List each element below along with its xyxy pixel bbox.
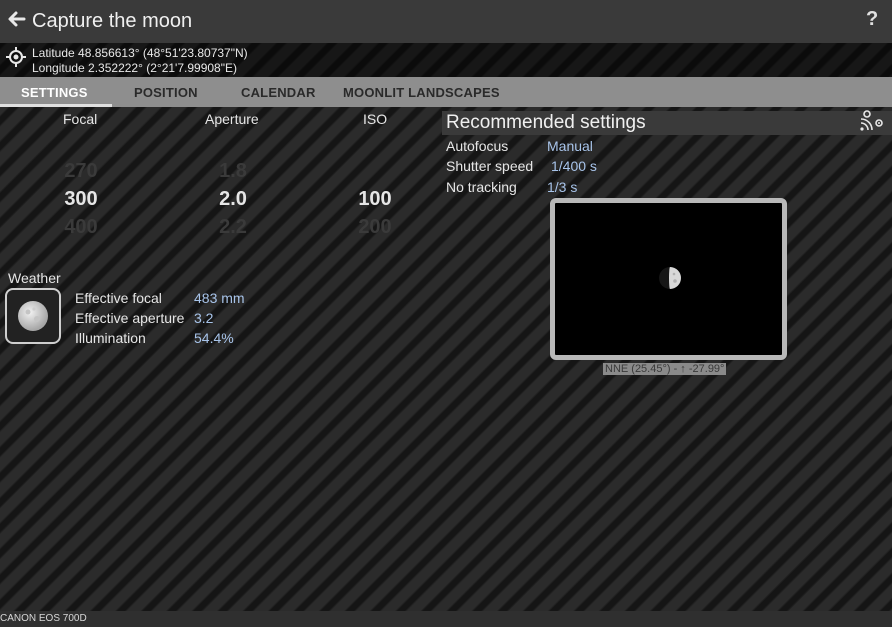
shutter-speed-label: Shutter speed [446, 158, 534, 174]
longitude-text: Longitude 2.352222° (2°21'7.99908"E) [32, 61, 237, 75]
iso-picker-next[interactable]: 200 [335, 216, 415, 239]
focal-picker-current[interactable]: 300 [41, 188, 121, 211]
focal-picker-next[interactable]: 400 [41, 216, 121, 239]
tracking-value: 1/3 s [547, 179, 578, 195]
help-icon[interactable]: ? [866, 8, 878, 31]
moon-direction-label: NNE (25.45°) - ↑ -27.99° [603, 363, 727, 375]
weather-button[interactable] [5, 288, 61, 344]
camera-name[interactable]: CANON EOS 700D [0, 613, 87, 624]
tab-settings[interactable]: SETTINGS [21, 85, 88, 100]
tab-bar: SETTINGS POSITION CALENDAR MOONLIT LANDS… [0, 77, 892, 107]
location-target-icon[interactable] [5, 46, 27, 68]
effective-focal-value: 483 mm [194, 290, 245, 306]
aperture-header: Aperture [205, 111, 259, 127]
autofocus-label: Autofocus [446, 138, 509, 154]
focal-header: Focal [63, 111, 98, 127]
share-settings-icon[interactable] [858, 109, 884, 133]
effective-aperture-label: Effective aperture [75, 310, 185, 326]
focal-picker-prev[interactable]: 270 [41, 160, 121, 183]
iso-picker-current[interactable]: 100 [335, 188, 415, 211]
autofocus-value: Manual [547, 138, 593, 154]
tracking-label: No tracking [446, 179, 517, 195]
aperture-picker-next[interactable]: 2.2 [193, 216, 273, 239]
page-title: Capture the moon [32, 10, 193, 32]
tab-moonlit-landscapes[interactable]: MOONLIT LANDSCAPES [343, 85, 500, 100]
moon-preview-icon [659, 267, 681, 289]
footer-bar [0, 611, 892, 627]
illumination-label: Illumination [75, 330, 146, 346]
illumination-value: 54.4% [194, 330, 234, 346]
weather-label: Weather [8, 270, 61, 286]
effective-aperture-value: 3.2 [194, 310, 214, 326]
effective-focal-label: Effective focal [75, 290, 162, 306]
active-tab-indicator [0, 104, 112, 107]
aperture-picker-prev[interactable]: 1.8 [193, 160, 273, 183]
aperture-picker-current[interactable]: 2.0 [193, 188, 273, 211]
shutter-speed-value: 1/400 s [551, 158, 597, 174]
iso-header: ISO [363, 111, 388, 127]
latitude-text: Latitude 48.856613° (48°51'23.80737"N) [32, 46, 248, 60]
tab-position[interactable]: POSITION [134, 85, 198, 100]
back-arrow-icon[interactable] [6, 8, 28, 30]
tab-calendar[interactable]: CALENDAR [241, 85, 316, 100]
moon-icon [18, 301, 48, 331]
recommended-title: Recommended settings [446, 112, 646, 133]
